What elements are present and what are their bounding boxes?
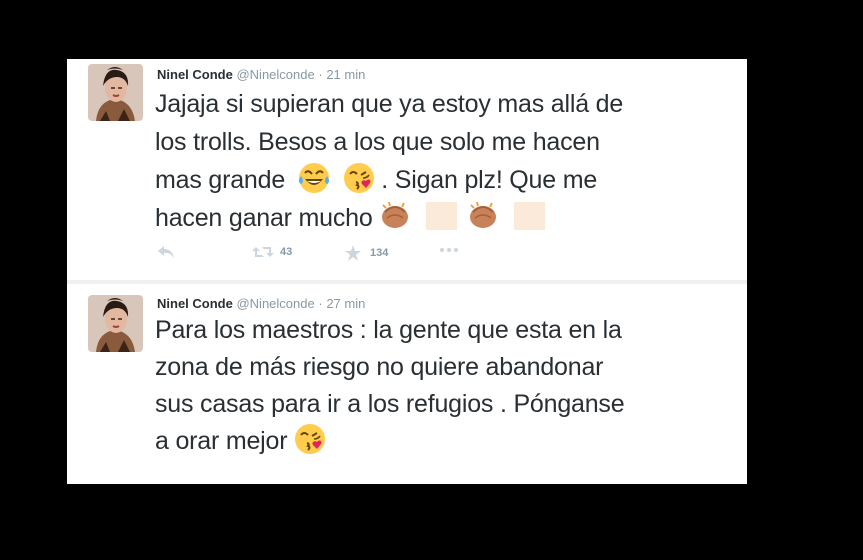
tweet-time[interactable]: 21 min — [326, 67, 365, 82]
tweet-line: zona de más riesgo no quiere abandonar — [155, 353, 604, 381]
star-icon — [345, 245, 361, 261]
tweet-line: mas grande — [155, 166, 286, 194]
avatar[interactable] — [88, 295, 143, 352]
tweet-1[interactable]: Ninel Conde @Ninelconde · 21 min Jajaja … — [67, 59, 747, 281]
reply-icon — [158, 246, 174, 258]
skin-tone-modifier-icon — [426, 202, 458, 230]
tweet-line-with-emoji: hacen ganar mucho — [155, 199, 745, 237]
tweet-line: Jajaja si supieran que ya estoy mas allá… — [155, 90, 624, 118]
tweet-line-with-emoji: mas grande . Sigan plz! Que me — [155, 161, 745, 199]
tweet-line: . Sigan plz! Que me — [381, 166, 598, 194]
more-icon — [440, 248, 458, 252]
tweet-header: Ninel Conde @Ninelconde · 21 min — [157, 67, 365, 82]
reply-button[interactable] — [157, 245, 175, 259]
tweet-line: los trolls. Besos a los que solo me hace… — [155, 128, 600, 156]
favorite-count: 134 — [370, 247, 389, 259]
tweet-timeline: Ninel Conde @Ninelconde · 21 min Jajaja … — [67, 59, 747, 484]
more-button[interactable] — [439, 247, 459, 253]
tweet-header: Ninel Conde @Ninelconde · 27 min — [157, 296, 365, 311]
separator: · — [318, 296, 323, 311]
tweet-line: hacen ganar mucho — [155, 204, 373, 232]
author-name[interactable]: Ninel Conde — [157, 67, 233, 82]
tweet-2[interactable]: Ninel Conde @Ninelconde · 27 min Para lo… — [67, 284, 747, 484]
separator: · — [318, 67, 323, 82]
skin-tone-modifier-icon — [513, 202, 545, 230]
tweet-line: a orar mejor — [155, 427, 288, 455]
clapping-hands-icon — [381, 201, 410, 229]
author-handle[interactable]: @Ninelconde — [236, 296, 314, 311]
author-name[interactable]: Ninel Conde — [157, 296, 233, 311]
retweet-count: 43 — [280, 246, 293, 258]
tweet-line: Para los maestros : la gente que esta en… — [155, 316, 622, 344]
tweet-text: Jajaja si supieran que ya estoy mas allá… — [155, 85, 745, 237]
face-with-tears-of-joy-icon — [297, 162, 330, 194]
tweet-line: sus casas para ir a los refugios . Pónga… — [155, 390, 625, 418]
tweet-text: Para los maestros : la gente que esta en… — [155, 312, 745, 460]
face-blowing-kiss-icon — [342, 162, 375, 194]
face-blowing-kiss-icon — [294, 423, 327, 455]
tweet-time[interactable]: 27 min — [326, 296, 365, 311]
retweet-button[interactable]: 43 — [252, 245, 292, 259]
tweet-line-with-emoji: a orar mejor — [155, 423, 745, 460]
favorite-button[interactable]: 134 — [345, 245, 388, 261]
retweet-icon — [252, 247, 274, 257]
avatar[interactable] — [88, 64, 143, 121]
author-handle[interactable]: @Ninelconde — [236, 67, 314, 82]
clapping-hands-icon — [468, 201, 497, 229]
